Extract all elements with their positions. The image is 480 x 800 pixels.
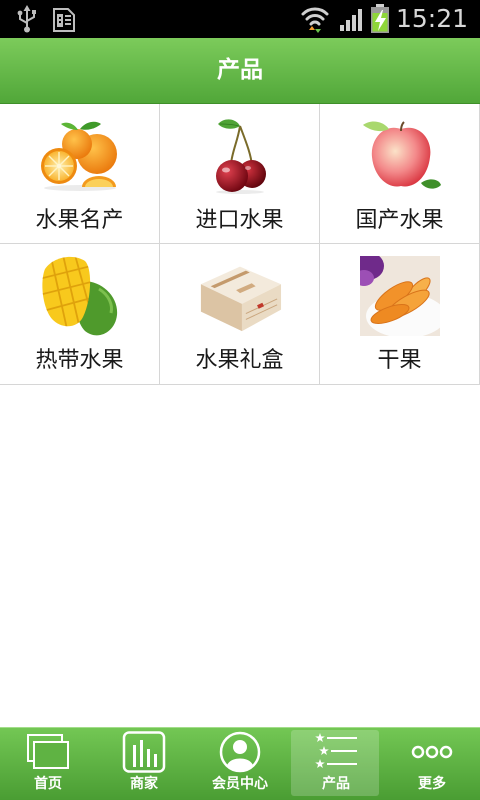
category-label: 进口水果 [195, 208, 284, 233]
category-item[interactable]: 水果礼盒 [160, 244, 320, 384]
more-icon [409, 731, 455, 773]
category-label: 干果 [377, 348, 422, 373]
category-grid: 水果名产 进口水果 国产水果 热带水果 水果礼盒 干果 [0, 104, 480, 385]
category-item[interactable]: 水果名产 [0, 104, 160, 243]
category-label: 水果礼盒 [195, 348, 284, 373]
category-item[interactable]: 进口水果 [160, 104, 320, 243]
usb-icon [16, 5, 38, 37]
apple-image [357, 113, 443, 199]
signal-icon [340, 9, 364, 35]
mango-image [37, 253, 123, 339]
page-header: 产品 [0, 38, 480, 104]
member-icon [217, 731, 263, 773]
tab-member-center[interactable]: 会员中心 [192, 728, 288, 800]
tab-label: 产品 [322, 776, 350, 792]
category-item[interactable]: 干果 [320, 244, 480, 384]
tab-products[interactable]: 产品 [288, 728, 384, 800]
merchant-icon [121, 731, 167, 773]
tab-label: 更多 [418, 776, 446, 792]
battery-charging-icon [370, 4, 390, 38]
gift-box-image [197, 253, 283, 339]
status-time: 15:21 [396, 4, 469, 33]
tab-label: 商家 [130, 776, 158, 792]
home-icon [25, 731, 71, 773]
tab-home[interactable]: 首页 [0, 728, 96, 800]
category-label: 水果名产 [35, 208, 124, 233]
bottom-tab-bar: 首页 商家 会员中心 产品 更多 [0, 727, 480, 800]
tab-label: 会员中心 [212, 776, 268, 792]
category-label: 热带水果 [35, 348, 124, 373]
products-icon [313, 731, 359, 773]
category-row: 热带水果 水果礼盒 干果 [0, 244, 480, 385]
wifi-icon [300, 4, 330, 38]
category-row: 水果名产 进口水果 国产水果 [0, 104, 480, 244]
category-item[interactable]: 国产水果 [320, 104, 480, 243]
tab-merchants[interactable]: 商家 [96, 728, 192, 800]
category-item[interactable]: 热带水果 [0, 244, 160, 384]
sim-notification-icon [52, 7, 76, 37]
status-bar: 15:21 [0, 0, 480, 38]
page-title: 产品 [217, 57, 263, 83]
category-label: 国产水果 [355, 208, 444, 233]
oranges-image [37, 113, 123, 199]
dried-fruit-image [357, 253, 443, 339]
tab-more[interactable]: 更多 [384, 728, 480, 800]
cherries-image [197, 113, 283, 199]
tab-label: 首页 [34, 776, 62, 792]
